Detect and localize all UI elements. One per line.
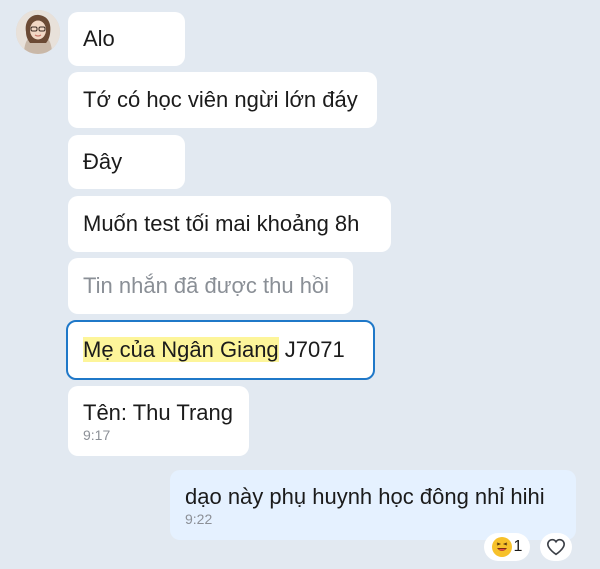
recalled-message-bubble[interactable]: Tin nhắn đã được thu hồi — [68, 258, 353, 314]
message-text: Mẹ của Ngân Giang J7071 — [83, 336, 358, 364]
message-bubble[interactable]: Tên: Thu Trang 9:17 — [68, 386, 249, 456]
message-text: Tớ có học viên ngừi lớn đáy — [83, 87, 358, 112]
reaction-badge[interactable]: 1 — [484, 533, 530, 561]
message-text: Đây — [83, 149, 123, 174]
message-bubble[interactable]: Muốn test tối mai khoảng 8h — [68, 196, 391, 252]
chat-conversation: Alo Tớ có học viên ngừi lớn đáy Đây Muốn… — [0, 0, 600, 569]
message-bubble[interactable]: Alo — [68, 12, 185, 66]
message-text: Tên: Thu Trang — [83, 400, 234, 425]
message-timestamp: 9:22 — [185, 511, 213, 527]
react-heart-button[interactable] — [540, 533, 572, 561]
message-bubble[interactable]: Đây — [68, 135, 185, 189]
highlighted-message-bubble[interactable]: Mẹ của Ngân Giang J7071 — [66, 320, 375, 380]
recalled-message-text: Tin nhắn đã được thu hồi — [83, 273, 330, 298]
heart-icon — [546, 538, 566, 556]
message-text-rest: J7071 — [278, 337, 345, 362]
sent-message-bubble[interactable]: dạo này phụ huynh học đông nhỉ hihi 9:22 — [170, 470, 576, 540]
user-avatar-icon — [16, 10, 60, 54]
sender-avatar[interactable] — [16, 10, 60, 54]
message-text: Muốn test tối mai khoảng 8h — [83, 211, 360, 236]
laughing-face-icon — [491, 537, 512, 557]
message-text: dạo này phụ huynh học đông nhỉ hihi — [185, 484, 545, 509]
reaction-count: 1 — [513, 538, 523, 555]
message-bubble[interactable]: Tớ có học viên ngừi lớn đáy — [68, 72, 377, 128]
message-timestamp: 9:17 — [83, 427, 111, 443]
highlighted-text: Mẹ của Ngân Giang — [83, 337, 279, 362]
message-text: Alo — [83, 26, 115, 51]
